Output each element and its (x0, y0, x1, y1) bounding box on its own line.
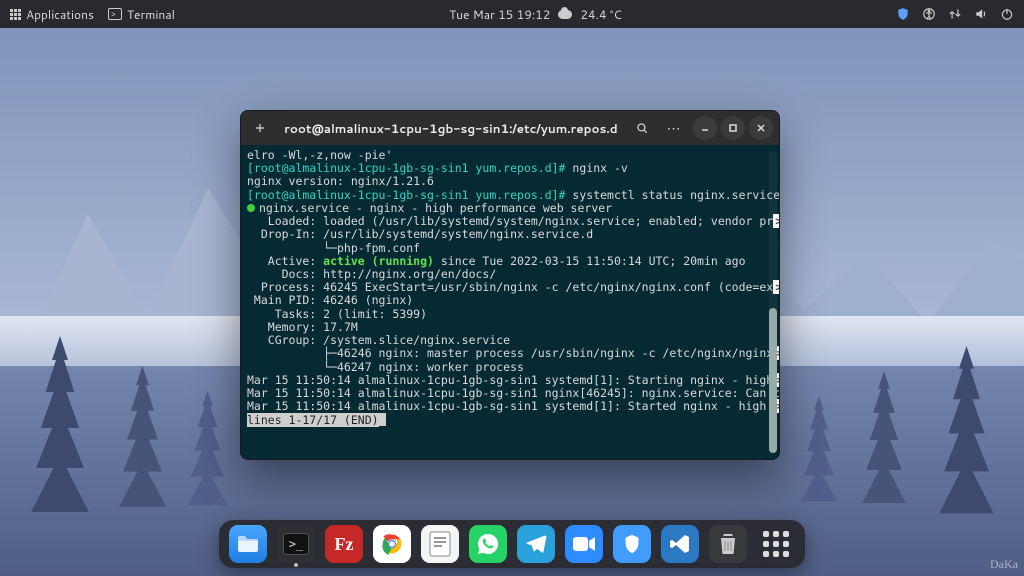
menu-button[interactable]: ⋯ (661, 116, 687, 140)
dock-files[interactable] (229, 525, 267, 563)
dock: >_ Fz (219, 520, 805, 568)
terminal-icon (108, 8, 122, 20)
close-button[interactable] (749, 116, 773, 140)
terminal-icon: >_ (283, 533, 309, 555)
status-dot-icon (247, 204, 255, 212)
terminal-window: root@almalinux-1cpu-1gb-sg-sin1:/etc/yum… (240, 110, 780, 460)
top-panel: Applications Terminal Tue Mar 15 19:12 2… (0, 0, 1024, 28)
active-app-label: Terminal (127, 6, 175, 23)
terminal-line: Drop-In: /usr/lib/systemd/system/nginx.s… (247, 228, 773, 241)
dock-show-applications[interactable] (757, 525, 795, 563)
volume-icon[interactable] (974, 7, 988, 21)
new-tab-button[interactable] (247, 116, 273, 140)
dock-whatsapp[interactable] (469, 525, 507, 563)
dock-text-editor[interactable] (421, 525, 459, 563)
applications-icon (10, 9, 21, 20)
datetime-label: Tue Mar 15 19:12 (449, 6, 550, 23)
pager-status: lines 1-17/17 (END) (247, 413, 773, 427)
shield-icon[interactable] (896, 7, 910, 21)
titlebar[interactable]: root@almalinux-1cpu-1gb-sg-sin1:/etc/yum… (241, 111, 779, 145)
temperature-label: 24.4 °C (580, 6, 621, 23)
terminal-line: ├─46246 nginx: master process /usr/sbin/… (247, 347, 773, 360)
dock-terminal[interactable]: >_ (277, 525, 315, 563)
dock-vscode[interactable] (661, 525, 699, 563)
applications-label: Applications (26, 6, 94, 23)
dock-filezilla[interactable]: Fz (325, 525, 363, 563)
network-icon[interactable] (948, 7, 962, 21)
minimize-button[interactable] (693, 116, 717, 140)
applications-menu[interactable]: Applications (10, 6, 94, 23)
dock-app[interactable] (613, 525, 651, 563)
panel-right (896, 7, 1014, 21)
terminal-line: Mar 15 11:50:14 almalinux-1cpu-1gb-sg-si… (247, 400, 773, 413)
search-button[interactable] (629, 116, 655, 140)
cursor-icon (379, 413, 386, 426)
dock-trash[interactable] (709, 525, 747, 563)
terminal-body[interactable]: elro -Wl,-z,now -pie' [root@almalinux-1c… (241, 145, 779, 459)
wallpaper-signature: DaKa (990, 557, 1018, 572)
active-app-button[interactable]: Terminal (108, 6, 175, 23)
accessibility-icon[interactable] (922, 7, 936, 21)
dock-zoom[interactable] (565, 525, 603, 563)
maximize-button[interactable] (721, 116, 745, 140)
dock-telegram[interactable] (517, 525, 555, 563)
weather-icon (558, 10, 572, 19)
panel-center[interactable]: Tue Mar 15 19:12 24.4 °C (449, 6, 622, 23)
scrollbar[interactable] (769, 151, 777, 453)
scrollbar-thumb[interactable] (769, 308, 777, 453)
window-title: root@almalinux-1cpu-1gb-sg-sin1:/etc/yum… (279, 120, 623, 137)
dock-chrome[interactable] (373, 525, 411, 563)
power-icon[interactable] (1000, 7, 1014, 21)
